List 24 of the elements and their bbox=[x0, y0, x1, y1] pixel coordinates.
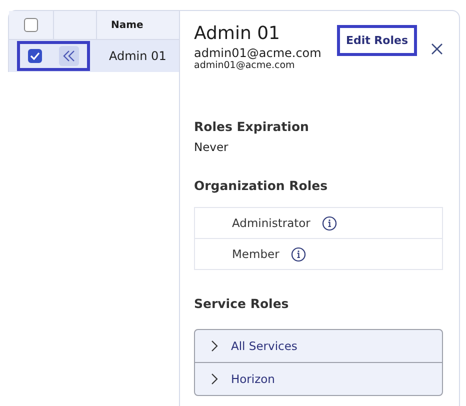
collapse-button[interactable] bbox=[59, 46, 79, 66]
user-email: admin01@acme.com bbox=[194, 46, 322, 60]
info-icon[interactable] bbox=[322, 216, 338, 230]
expiration-value: Never bbox=[194, 140, 230, 154]
section-title: Organization Roles bbox=[194, 178, 329, 193]
section-title: Roles Expiration bbox=[194, 119, 310, 134]
info-icon[interactable] bbox=[291, 246, 306, 262]
accordion-item[interactable]: Horizon bbox=[195, 362, 442, 395]
panel-title: Admin 01 bbox=[194, 23, 281, 44]
section-title: Service Roles bbox=[194, 296, 290, 311]
chevron-icon bbox=[209, 373, 219, 385]
table-row[interactable]: Admin 01 bbox=[9, 40, 179, 72]
table-cell: Admin 01 bbox=[109, 49, 166, 63]
row-checkbox[interactable] bbox=[28, 49, 42, 63]
double-chevron-icon bbox=[62, 49, 76, 63]
role-name: Member bbox=[232, 247, 280, 261]
accordion-item[interactable]: All Services bbox=[195, 330, 442, 362]
edit-roles-button[interactable]: Edit Roles bbox=[336, 25, 417, 56]
user-email: admin01@acme.com bbox=[194, 60, 296, 71]
column-header[interactable]: Name bbox=[111, 20, 144, 30]
close-icon[interactable] bbox=[431, 43, 443, 55]
role-name: Administrator bbox=[232, 216, 310, 230]
chevron-icon bbox=[209, 340, 219, 352]
select-all-checkbox[interactable] bbox=[24, 18, 38, 32]
